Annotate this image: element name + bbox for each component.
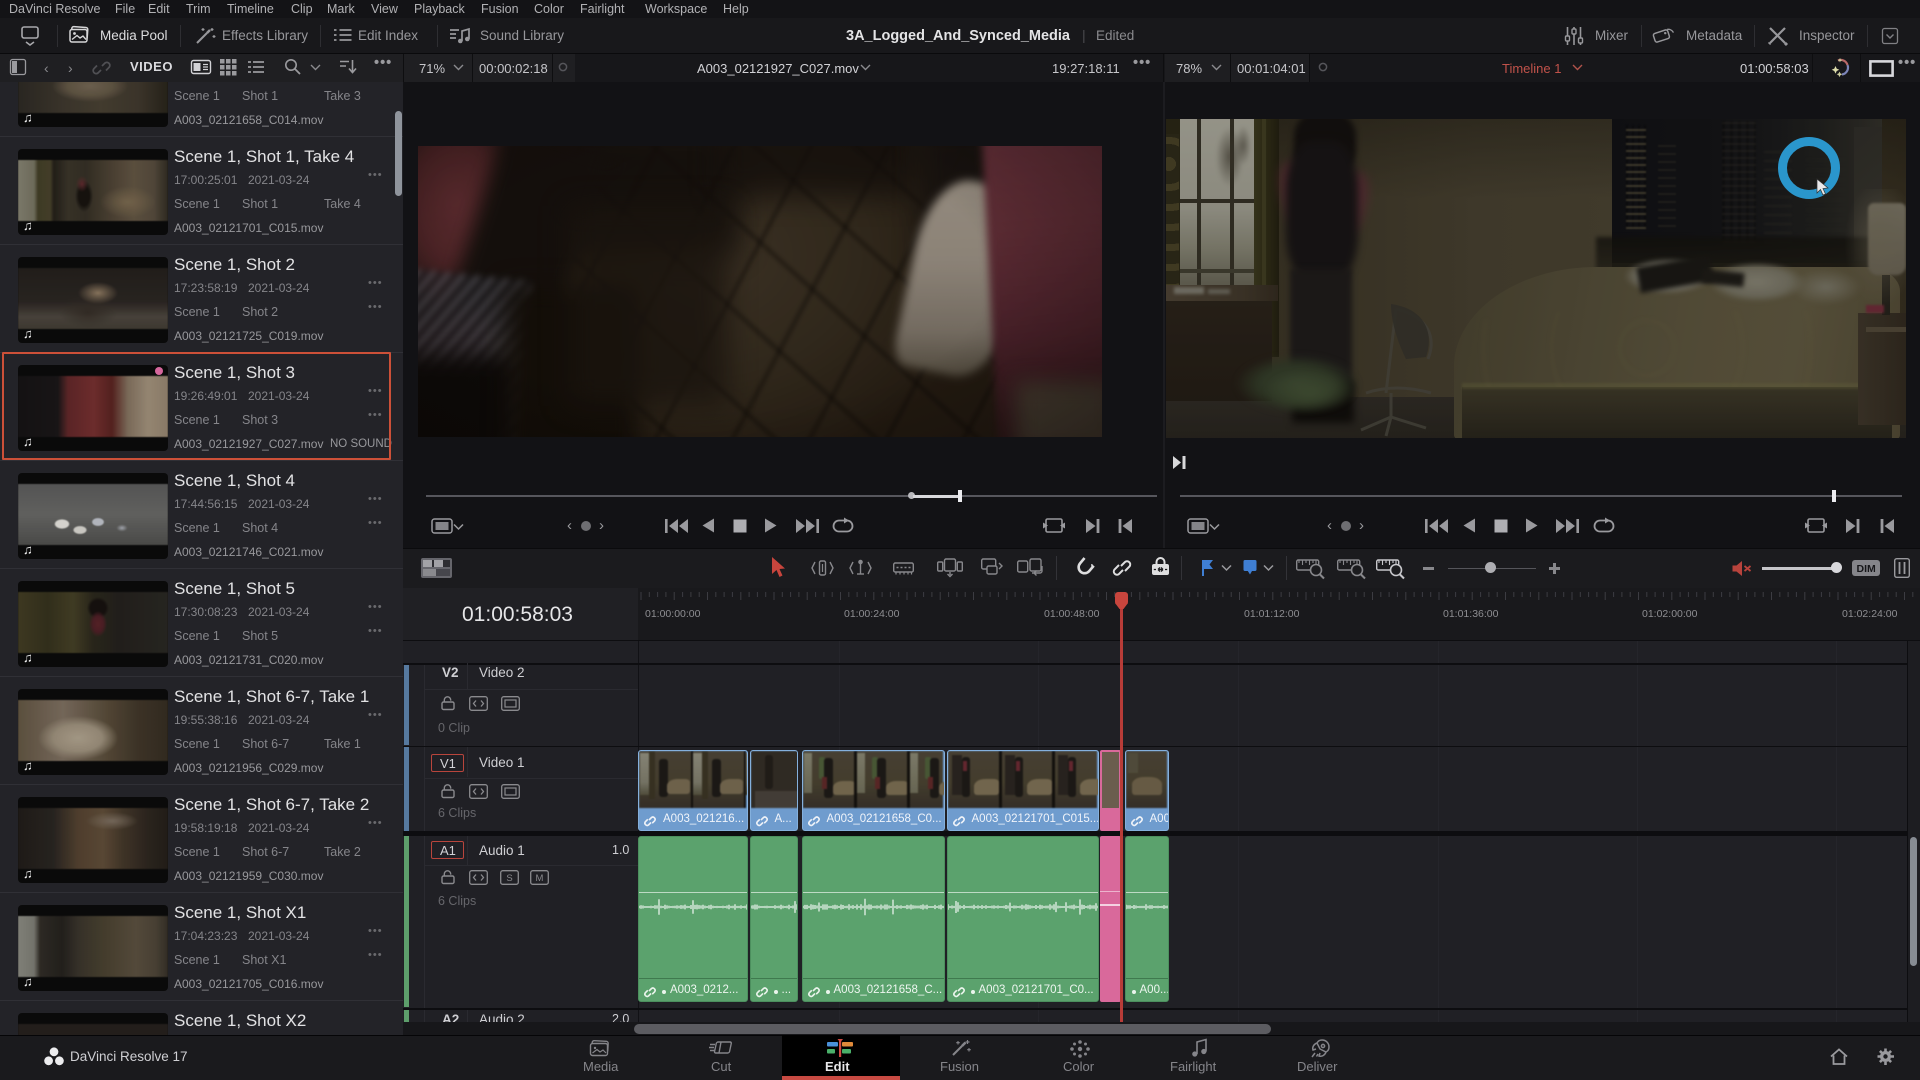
svg-text:M: M xyxy=(536,873,544,884)
svg-text:S: S xyxy=(506,873,512,884)
